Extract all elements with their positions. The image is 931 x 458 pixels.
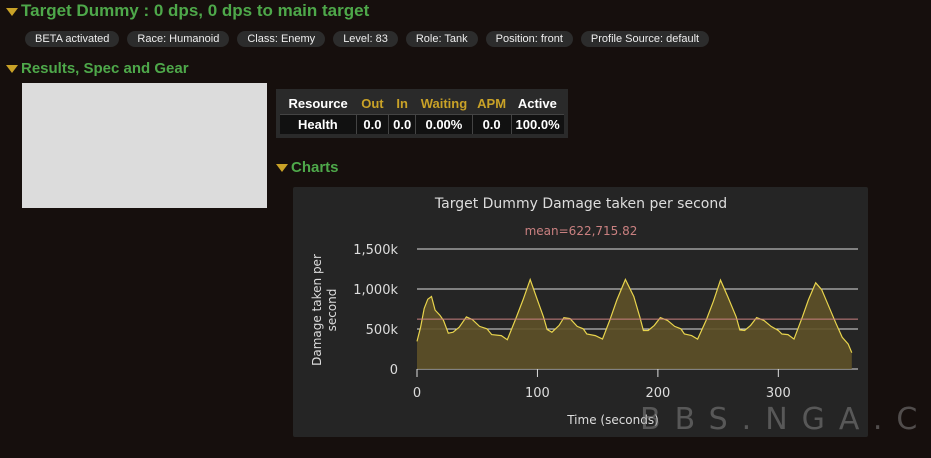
profile-tags: BETA activated Race: Humanoid Class: Ene… [25,31,710,47]
tag-race: Race: Humanoid [127,31,230,47]
x-tick-label: 200 [645,386,670,401]
area-fill [417,279,852,369]
tag-position: Position: front [485,31,573,47]
x-tick-label: 0 [413,386,421,401]
resource-table: Resource Out In Waiting APM Active Healt… [276,89,568,138]
charts-section-header[interactable]: Charts [276,159,339,176]
tag-class: Class: Enemy [237,31,326,47]
avatar-image-placeholder [22,83,267,208]
cell-active: 100.0% [510,114,567,137]
mean-annotation: mean=622,715.82 [525,224,638,238]
results-section-header[interactable]: Results, Spec and Gear [6,60,189,77]
cell-out: 0.0 [355,114,390,137]
cell-waiting: 0.00% [415,114,473,137]
chart-title: Target Dummy Damage taken per second [434,196,727,212]
collapse-triangle-icon[interactable] [6,7,18,16]
y-tick-label: 1,000k [353,283,398,298]
watermark: BBS.NGA.CN [640,402,931,437]
y-tick-label: 500k [366,323,399,338]
cell-resource: Health [277,114,357,137]
dps-chart-svg: Target Dummy Damage taken per second mea… [310,196,858,427]
col-apm: APM [477,96,507,111]
tag-role: Role: Tank [405,31,478,47]
x-tick-label: 300 [766,386,791,401]
y-tick-label: 1,500k [353,243,398,258]
page-title[interactable]: Target Dummy : 0 dps, 0 dps to main targ… [6,1,369,21]
col-waiting: Waiting [420,96,468,111]
col-out: Out [361,96,384,111]
col-in: In [396,96,408,111]
tag-beta: BETA activated [25,31,120,47]
col-active: Active [517,96,557,111]
cell-apm: 0.0 [471,114,512,137]
tag-profile-source: Profile Source: default [580,31,710,47]
y-axis-label: Damage taken persecond [310,254,339,366]
table-row: Health 0.0 0.0 0.00% 0.0 100.0% [277,114,567,137]
y-tick-label: 0 [390,363,398,378]
x-tick-label: 100 [525,386,550,401]
cell-in: 0.0 [388,114,417,137]
collapse-triangle-icon[interactable] [6,65,18,74]
collapse-triangle-icon[interactable] [276,164,288,173]
dps-chart: Target Dummy Damage taken per second mea… [293,187,868,437]
tag-level: Level: 83 [333,31,398,47]
col-resource: Resource [288,96,348,111]
